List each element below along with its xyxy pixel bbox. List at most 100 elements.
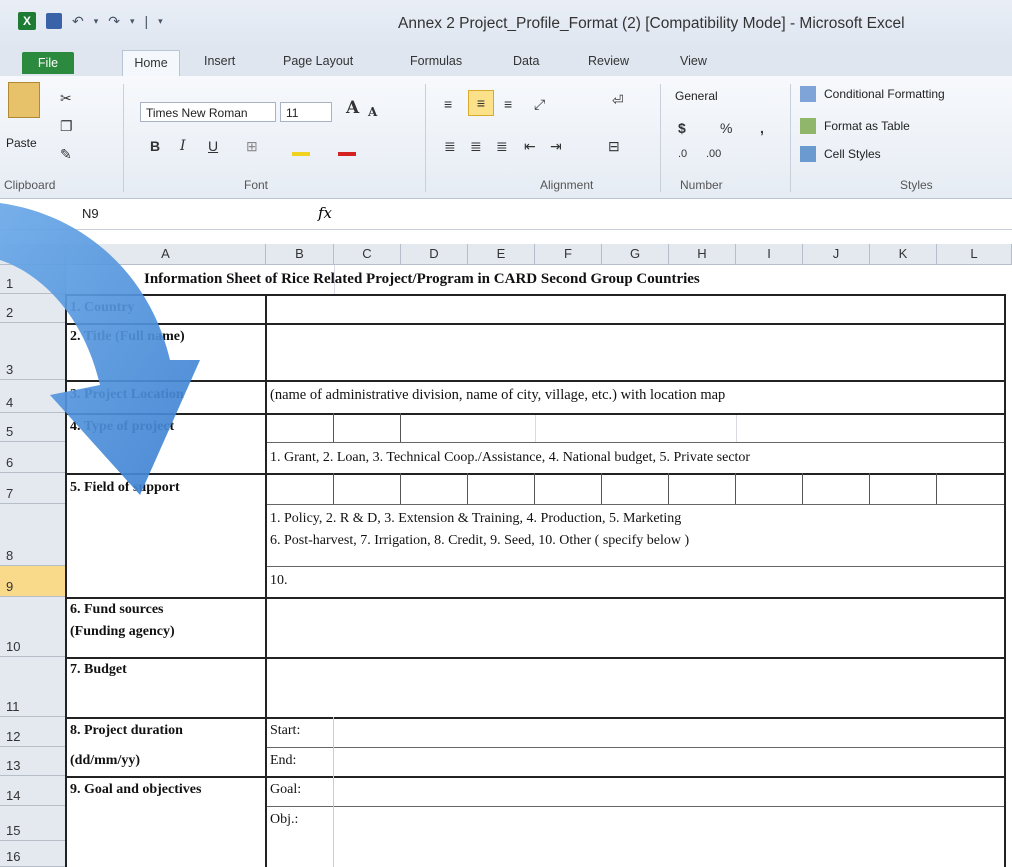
row-header-7[interactable]: 7 — [0, 473, 66, 504]
cell-b15-obj[interactable]: Obj.: — [270, 812, 298, 828]
font-size-select[interactable]: 11 — [280, 102, 332, 122]
conditional-formatting-icon[interactable] — [800, 86, 816, 102]
cell-a5-type[interactable]: 4. Type of project — [70, 419, 174, 435]
cell-b12-start[interactable]: Start: — [270, 723, 300, 739]
customize-qat-icon[interactable]: ▾ — [158, 16, 163, 27]
align-top-icon[interactable]: ≡ — [444, 96, 452, 112]
borders-icon[interactable]: ⊞ — [246, 138, 258, 154]
column-header-f[interactable]: F — [535, 244, 602, 265]
row-header-10[interactable]: 10 — [0, 597, 66, 657]
format-as-table-button[interactable]: Format as Table — [824, 119, 910, 133]
cell-b4-location-hint[interactable]: (name of administrative division, name o… — [270, 387, 725, 404]
cell-b13-end[interactable]: End: — [270, 753, 296, 769]
name-box[interactable]: N9 — [70, 204, 260, 224]
orientation-icon[interactable]: ⤢ — [534, 96, 545, 112]
increase-decimal-icon[interactable]: .0 — [678, 146, 687, 162]
align-middle-icon[interactable]: ≡ — [468, 90, 494, 116]
tab-file[interactable]: File — [22, 52, 74, 74]
column-header-g[interactable]: G — [602, 244, 669, 265]
paste-icon[interactable] — [8, 82, 40, 118]
tab-review[interactable]: Review — [588, 54, 629, 68]
row-header-12[interactable]: 12 — [0, 717, 66, 747]
align-right-icon[interactable]: ≣ — [496, 138, 508, 154]
cell-b9-other[interactable]: 10. — [270, 573, 288, 589]
row-header-14[interactable]: 14 — [0, 776, 66, 806]
cell-b8-field-options-2[interactable]: 6. Post-harvest, 7. Irrigation, 8. Credi… — [270, 533, 689, 549]
column-header-k[interactable]: K — [870, 244, 937, 265]
row-header-16[interactable]: 16 — [0, 841, 66, 867]
select-all-corner[interactable] — [0, 244, 66, 265]
shrink-font-button[interactable]: A — [368, 104, 377, 120]
sheet-title[interactable]: Information Sheet of Rice Related Projec… — [144, 271, 700, 288]
decrease-decimal-icon[interactable]: .00 — [706, 146, 721, 162]
column-header-h[interactable]: H — [669, 244, 736, 265]
number-format-select[interactable]: General — [670, 86, 784, 106]
cell-a10-fund-1[interactable]: 6. Fund sources — [70, 602, 163, 618]
row-header-8[interactable]: 8 — [0, 504, 66, 566]
insert-function-button[interactable]: fx — [318, 204, 332, 222]
copy-icon[interactable]: ❐ — [60, 118, 73, 134]
tab-formulas[interactable]: Formulas — [410, 54, 462, 68]
row-header-4[interactable]: 4 — [0, 380, 66, 413]
redo-icon[interactable]: ↷ — [108, 13, 120, 30]
decrease-indent-icon[interactable]: ⇤ — [524, 138, 536, 154]
conditional-formatting-button[interactable]: Conditional Formatting — [824, 87, 945, 101]
cell-a14-goal-label[interactable]: 9. Goal and objectives — [70, 782, 201, 798]
bold-button[interactable]: B — [150, 138, 160, 154]
tab-data[interactable]: Data — [513, 54, 539, 68]
row-header-6[interactable]: 6 — [0, 442, 66, 473]
column-header-d[interactable]: D — [401, 244, 468, 265]
row-header-11[interactable]: 11 — [0, 657, 66, 717]
grow-font-button[interactable]: A — [346, 100, 359, 117]
cell-a7-field[interactable]: 5. Field of support — [70, 480, 180, 496]
cell-b8-field-options-1[interactable]: 1. Policy, 2. R & D, 3. Extension & Trai… — [270, 511, 681, 527]
row-header-2[interactable]: 2 — [0, 294, 66, 323]
italic-button[interactable]: I — [180, 138, 186, 154]
merge-center-icon[interactable]: ⊟ — [608, 138, 620, 154]
cell-a3-title[interactable]: 2. Title (Full name) — [70, 329, 185, 345]
cell-a10-fund-2[interactable]: (Funding agency) — [70, 624, 175, 640]
excel-app-icon[interactable]: X — [18, 12, 36, 30]
column-header-i[interactable]: I — [736, 244, 803, 265]
font-color-icon[interactable] — [338, 152, 356, 156]
tab-view[interactable]: View — [680, 54, 707, 68]
row-header-9[interactable]: 9 — [0, 566, 66, 597]
currency-button[interactable]: $ — [678, 120, 686, 136]
fill-color-icon[interactable] — [292, 152, 310, 156]
undo-dropdown-icon[interactable]: ▾ — [94, 16, 99, 27]
underline-button[interactable]: U — [208, 138, 218, 154]
tab-page-layout[interactable]: Page Layout — [283, 54, 353, 68]
format-as-table-icon[interactable] — [800, 118, 816, 134]
column-header-b[interactable]: B — [266, 244, 334, 265]
font-name-select[interactable]: Times New Roman — [140, 102, 276, 122]
column-header-e[interactable]: E — [468, 244, 535, 265]
cell-b14-goal[interactable]: Goal: — [270, 782, 301, 798]
save-icon[interactable] — [46, 13, 62, 29]
format-painter-icon[interactable]: ✎ — [60, 146, 72, 162]
cell-b6-type-options[interactable]: 1. Grant, 2. Loan, 3. Technical Coop./As… — [270, 450, 750, 466]
cell-a4-location[interactable]: 3. Project Location — [70, 387, 184, 403]
align-left-icon[interactable]: ≣ — [444, 138, 456, 154]
column-header-j[interactable]: J — [803, 244, 870, 265]
align-center-icon[interactable]: ≣ — [470, 138, 482, 154]
wrap-text-icon[interactable]: ⏎ — [612, 92, 624, 108]
cut-icon[interactable]: ✂ — [60, 90, 72, 106]
cell-a11-budget[interactable]: 7. Budget — [70, 662, 127, 678]
paste-button[interactable]: Paste — [6, 136, 37, 150]
row-header-5[interactable]: 5 — [0, 413, 66, 442]
cell-styles-icon[interactable] — [800, 146, 816, 162]
row-header-1[interactable]: 1 — [0, 265, 66, 294]
align-bottom-icon[interactable]: ≡ — [504, 96, 512, 112]
increase-indent-icon[interactable]: ⇥ — [550, 138, 562, 154]
cell-styles-button[interactable]: Cell Styles — [824, 147, 881, 161]
column-header-c[interactable]: C — [334, 244, 401, 265]
undo-icon[interactable]: ↶ — [72, 13, 84, 30]
comma-button[interactable]: , — [760, 120, 764, 136]
percent-button[interactable]: % — [720, 120, 732, 136]
row-header-15[interactable]: 15 — [0, 806, 66, 841]
cell-a13-duration-format[interactable]: (dd/mm/yy) — [70, 753, 140, 769]
row-header-3[interactable]: 3 — [0, 323, 66, 380]
redo-dropdown-icon[interactable]: ▾ — [130, 16, 135, 27]
tab-insert[interactable]: Insert — [204, 54, 235, 68]
tab-home[interactable]: Home — [122, 50, 180, 76]
